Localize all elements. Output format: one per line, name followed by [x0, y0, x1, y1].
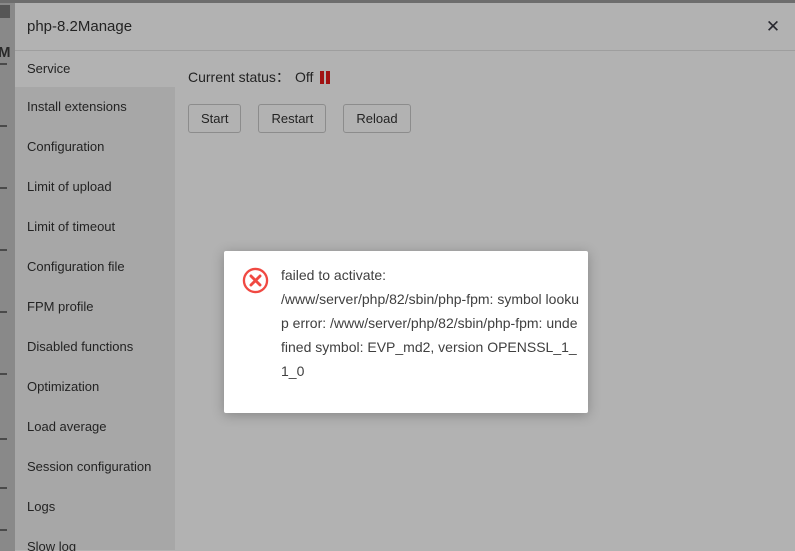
error-message-text: failed to activate: /www/server/php/82/s… — [281, 267, 580, 379]
screen: M php-8.2Manage ✕ Service Install extens… — [0, 0, 795, 551]
error-circle-x-icon — [242, 267, 269, 294]
error-message-box: failed to activate: /www/server/php/82/s… — [224, 251, 588, 413]
